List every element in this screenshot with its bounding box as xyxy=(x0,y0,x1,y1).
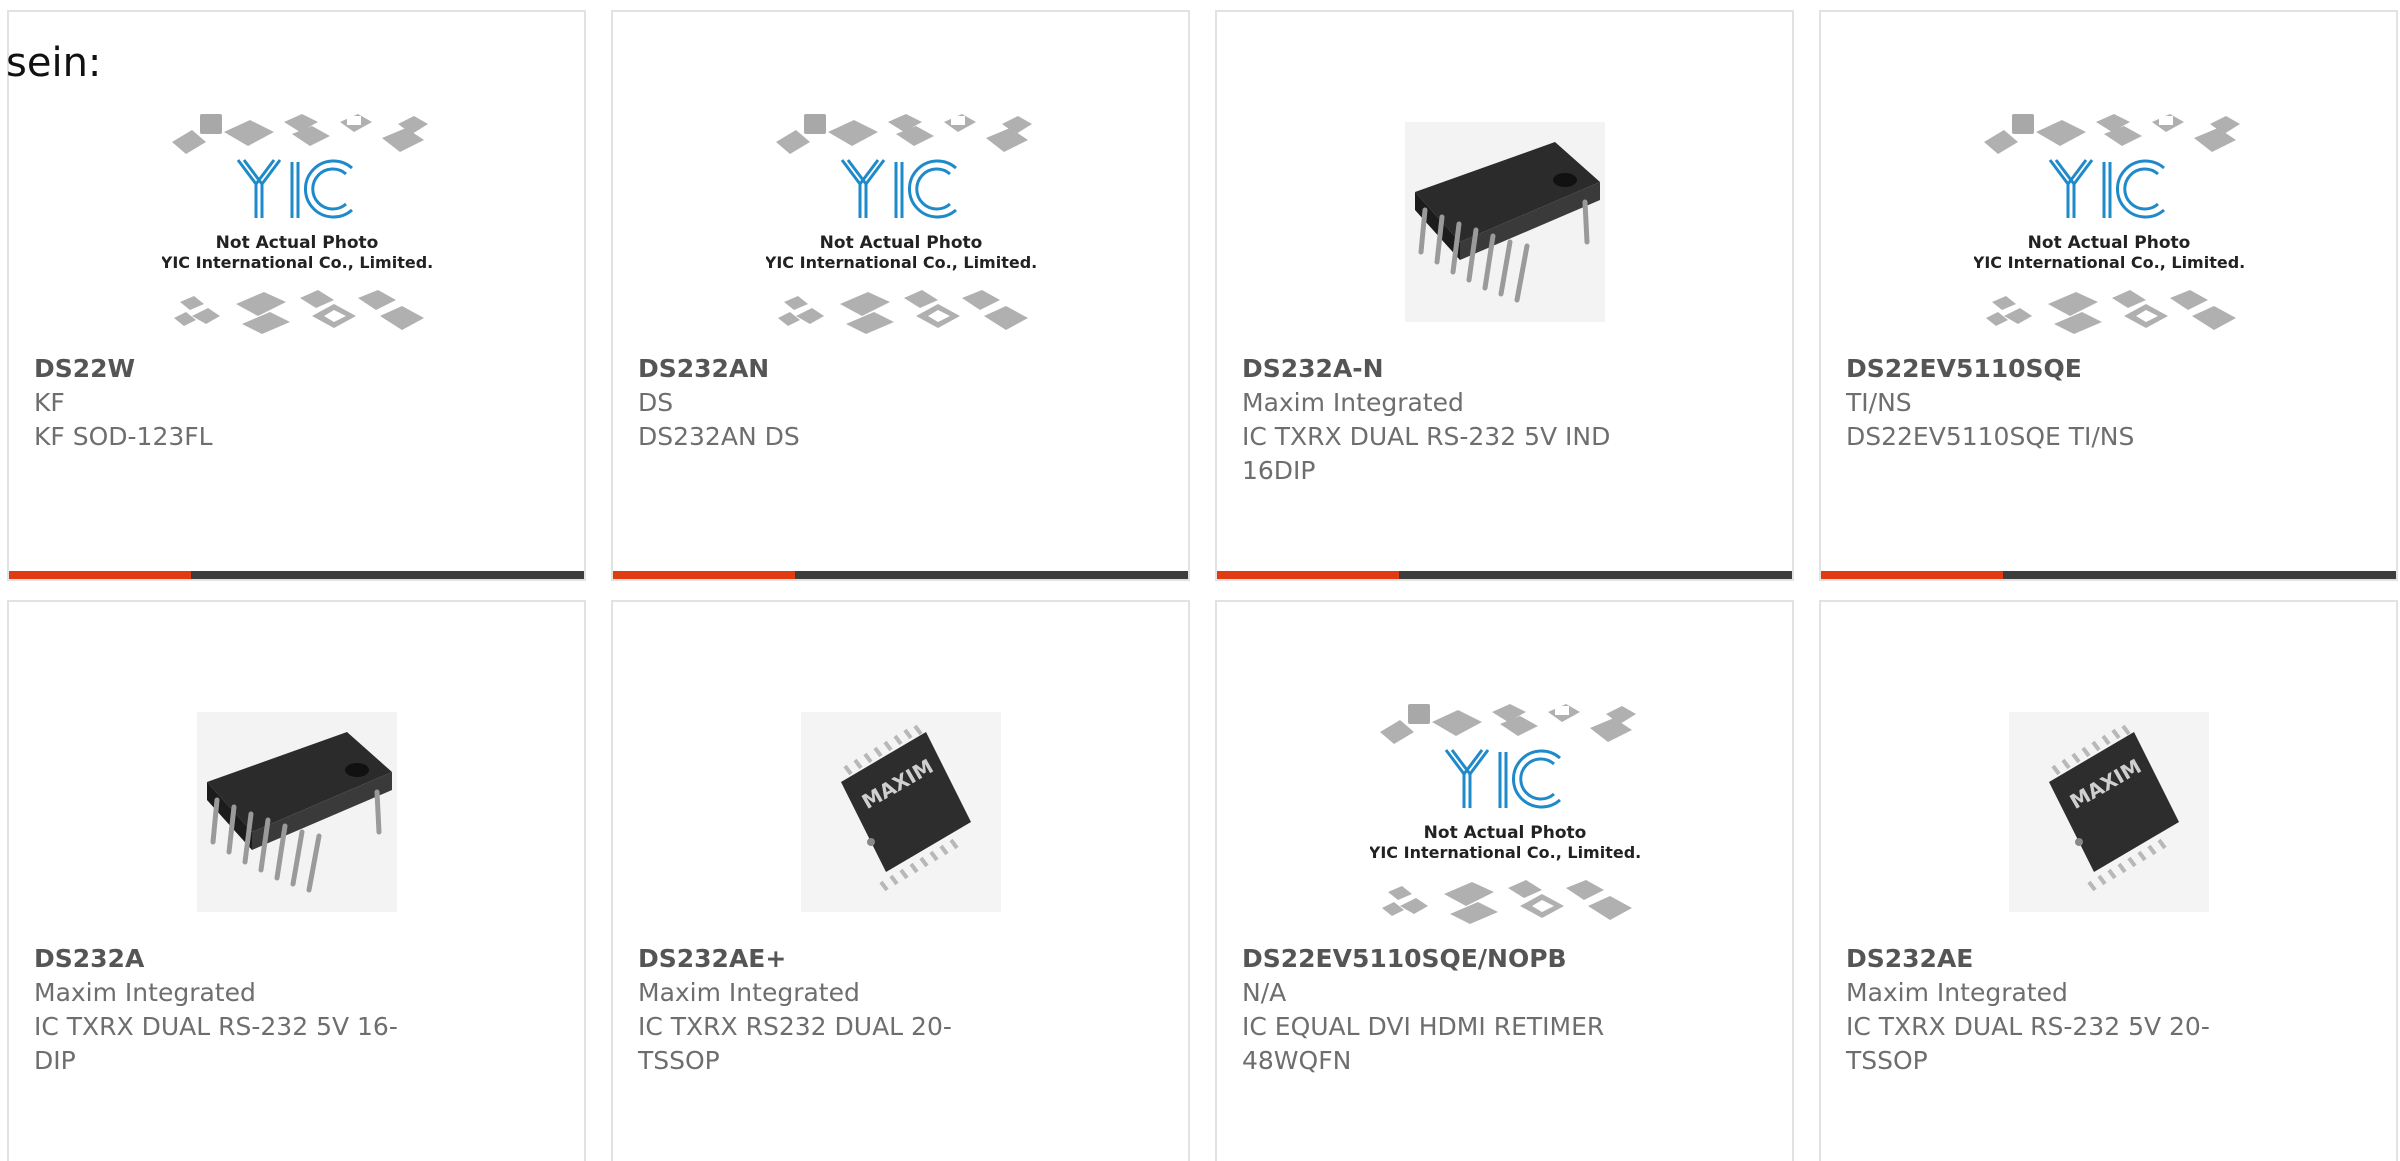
manufacturer: Maxim Integrated xyxy=(1242,388,1464,417)
dip-chip-icon xyxy=(197,712,397,912)
card-accent-bar xyxy=(613,571,795,579)
manufacturer: DS xyxy=(638,388,674,417)
description: IC TXRX DUAL RS-232 5V 20-TSSOP xyxy=(1846,1012,2210,1075)
manufacturer: N/A xyxy=(1242,978,1287,1007)
part-number[interactable]: DS22W xyxy=(34,352,424,386)
product-image[interactable] xyxy=(613,82,1188,362)
manufacturer: Maxim Integrated xyxy=(34,978,256,1007)
product-grid-page: sein: DS22W KF KF SOD-123FL DS232AN DS D… xyxy=(0,0,2400,1161)
product-card[interactable]: DS232AE+ Maxim Integrated IC TXRX RS232 … xyxy=(611,600,1190,1161)
product-card[interactable]: DS232AE Maxim Integrated IC TXRX DUAL RS… xyxy=(1819,600,2398,1161)
product-card[interactable]: DS22W KF KF SOD-123FL xyxy=(7,10,586,581)
yic-placeholder-icon xyxy=(1974,102,2244,342)
product-image[interactable] xyxy=(1217,82,1792,362)
description: DS232AN DS xyxy=(638,422,800,451)
tssop-chip-icon xyxy=(801,712,1001,912)
card-accent-bar xyxy=(1217,571,1399,579)
part-number[interactable]: DS22EV5110SQE/NOPB xyxy=(1242,942,1632,976)
card-accent-bar xyxy=(9,571,191,579)
product-image[interactable] xyxy=(9,672,584,952)
product-image[interactable] xyxy=(1217,672,1792,952)
description: IC EQUAL DVI HDMI RETIMER 48WQFN xyxy=(1242,1012,1605,1075)
card-bottom-bar xyxy=(613,571,1188,579)
description: KF SOD-123FL xyxy=(34,422,213,451)
yic-placeholder-icon xyxy=(1370,692,1640,932)
part-number[interactable]: DS232AE xyxy=(1846,942,2236,976)
yic-placeholder-icon xyxy=(766,102,1036,342)
product-card[interactable]: DS232AN DS DS232AN DS xyxy=(611,10,1190,581)
yic-placeholder-icon xyxy=(162,102,432,342)
product-card[interactable]: DS232A-N Maxim Integrated IC TXRX DUAL R… xyxy=(1215,10,1794,581)
part-number[interactable]: DS22EV5110SQE xyxy=(1846,352,2236,386)
product-image[interactable] xyxy=(9,82,584,362)
description: DS22EV5110SQE TI/NS xyxy=(1846,422,2135,451)
description: IC TXRX DUAL RS-232 5V IND 16DIP xyxy=(1242,422,1611,485)
part-number[interactable]: DS232AE+ xyxy=(638,942,1028,976)
dip-chip-icon xyxy=(1405,122,1605,322)
card-bottom-bar xyxy=(9,571,584,579)
manufacturer: Maxim Integrated xyxy=(638,978,860,1007)
card-bottom-bar xyxy=(1217,571,1792,579)
card-accent-bar xyxy=(1821,571,2003,579)
product-card[interactable]: DS232A Maxim Integrated IC TXRX DUAL RS-… xyxy=(7,600,586,1161)
part-number[interactable]: DS232AN xyxy=(638,352,1028,386)
product-card[interactable]: DS22EV5110SQE TI/NS DS22EV5110SQE TI/NS xyxy=(1819,10,2398,581)
manufacturer: TI/NS xyxy=(1846,388,1912,417)
part-number[interactable]: DS232A xyxy=(34,942,424,976)
product-image[interactable] xyxy=(613,672,1188,952)
product-image[interactable] xyxy=(1821,672,2396,952)
description: IC TXRX DUAL RS-232 5V 16-DIP xyxy=(34,1012,398,1075)
part-number[interactable]: DS232A-N xyxy=(1242,352,1632,386)
tssop-chip-icon xyxy=(2009,712,2209,912)
product-image[interactable] xyxy=(1821,82,2396,362)
manufacturer: KF xyxy=(34,388,65,417)
manufacturer: Maxim Integrated xyxy=(1846,978,2068,1007)
product-card[interactable]: DS22EV5110SQE/NOPB N/A IC EQUAL DVI HDMI… xyxy=(1215,600,1794,1161)
description: IC TXRX RS232 DUAL 20-TSSOP xyxy=(638,1012,952,1075)
card-bottom-bar xyxy=(1821,571,2396,579)
lead-text: sein: xyxy=(6,40,102,86)
